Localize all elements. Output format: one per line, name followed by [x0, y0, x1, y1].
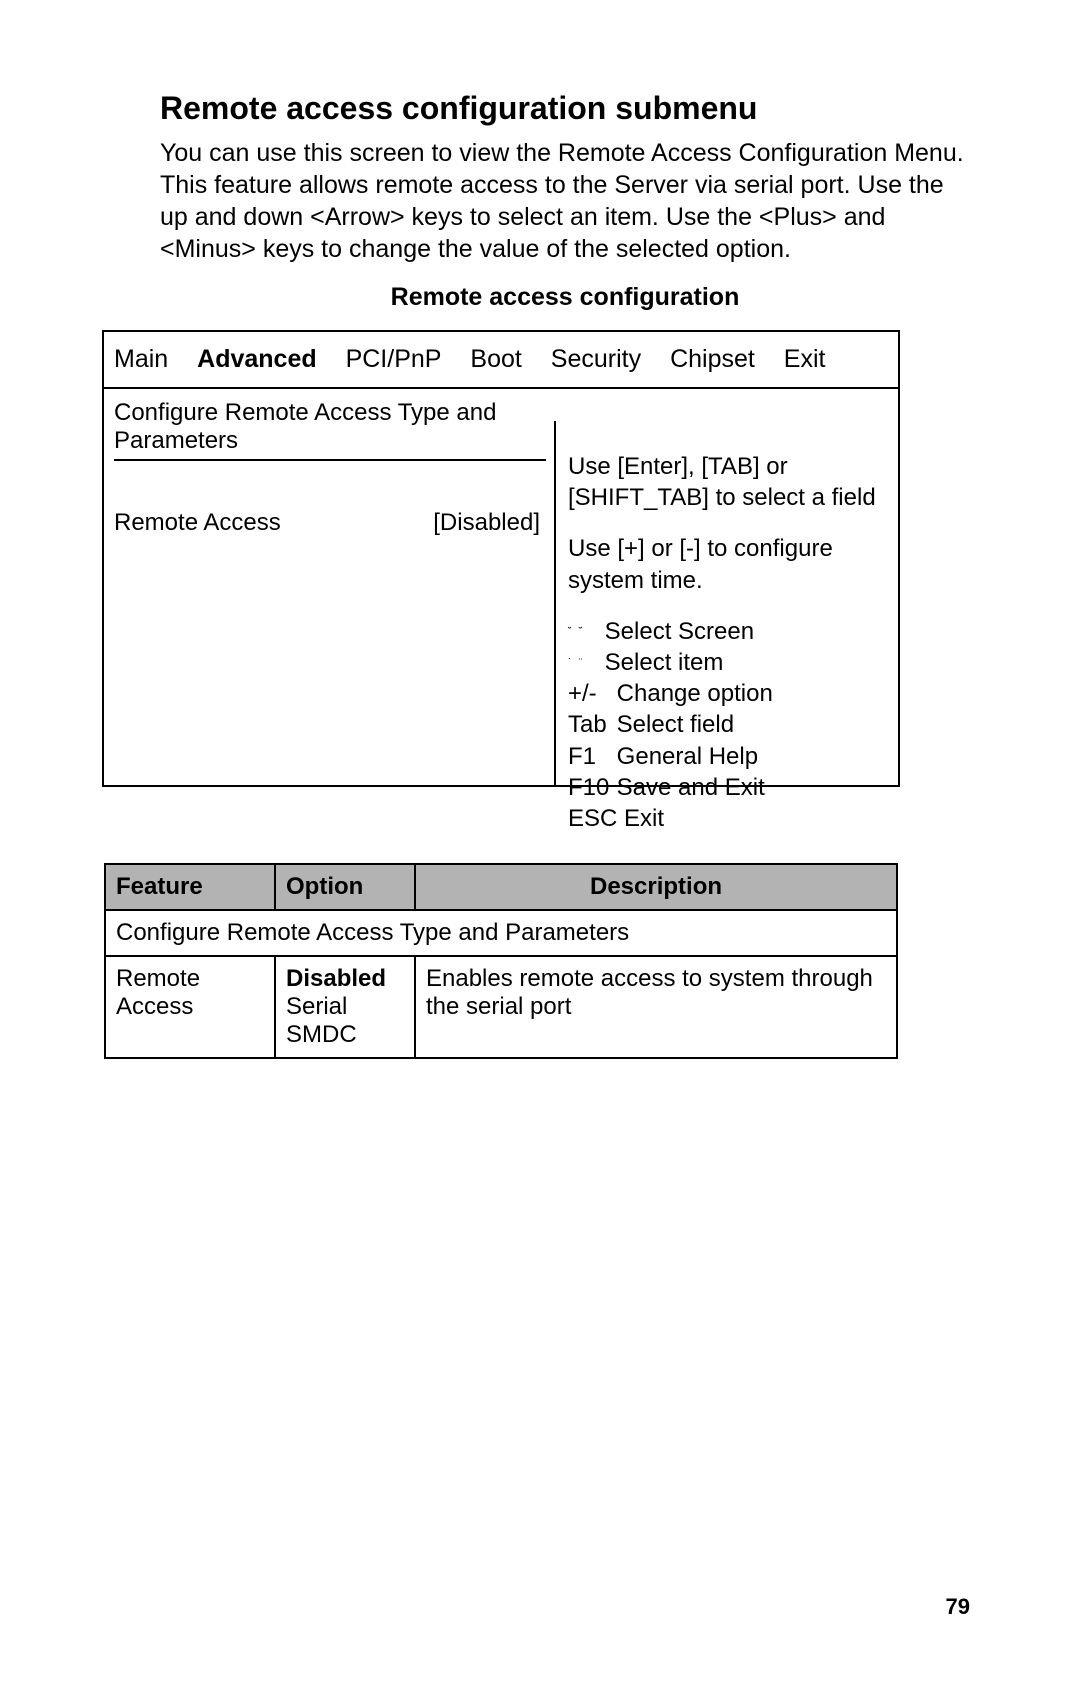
- setting-label: Remote Access: [114, 509, 281, 537]
- th-feature: Feature: [105, 864, 275, 910]
- setting-value: [Disabled]: [433, 509, 540, 537]
- legend-select-screen-text: Select Screen: [605, 618, 754, 645]
- legend-esc: ESC Exit: [568, 803, 886, 834]
- legend-f1-text: General Help: [617, 743, 758, 770]
- th-description: Description: [415, 864, 897, 910]
- cell-feature: Remote Access: [105, 956, 275, 1058]
- arrow-ud-icon: ˙ ¨: [568, 656, 598, 670]
- table-header-row: Feature Option Description: [105, 864, 897, 910]
- legend-f1-key: F1: [568, 741, 610, 772]
- document-page: Remote access configuration submenu You …: [0, 0, 1080, 1690]
- bios-left-title: Configure Remote Access Type and Paramet…: [114, 399, 546, 461]
- page-number: 79: [946, 1594, 970, 1620]
- table-row-span: Configure Remote Access Type and Paramet…: [105, 910, 897, 956]
- option-smdc: SMDC: [286, 1021, 357, 1048]
- tab-advanced[interactable]: Advanced: [197, 345, 316, 374]
- legend-f10-text: Save and Exit: [617, 774, 765, 801]
- bios-screen: Main Advanced PCI/PnP Boot Security Chip…: [102, 330, 900, 787]
- intro-paragraph: You can use this screen to view the Remo…: [160, 137, 970, 265]
- cell-option: Disabled Serial SMDC: [275, 956, 415, 1058]
- th-option: Option: [275, 864, 415, 910]
- bios-help-pane: Use [Enter], [TAB] or [SHIFT_TAB] to sel…: [554, 421, 898, 785]
- legend-tab: Tab Select field: [568, 709, 886, 740]
- legend-f10-key: F10: [568, 772, 610, 803]
- table-row: Remote Access Disabled Serial SMDC Enabl…: [105, 956, 897, 1058]
- legend-select-screen: ˘ ˘ Select Screen: [568, 616, 886, 647]
- tab-exit[interactable]: Exit: [784, 345, 826, 374]
- legend-f1: F1 General Help: [568, 741, 886, 772]
- bios-left-pane: Configure Remote Access Type and Paramet…: [104, 389, 554, 785]
- bios-tab-bar: Main Advanced PCI/PnP Boot Security Chip…: [104, 332, 898, 389]
- tab-security[interactable]: Security: [551, 345, 641, 374]
- feature-table: Feature Option Description Configure Rem…: [104, 863, 898, 1059]
- tab-chipset[interactable]: Chipset: [670, 345, 755, 374]
- section-title: Remote access configuration submenu: [160, 90, 970, 127]
- option-serial: Serial: [286, 993, 347, 1020]
- legend-tab-key: Tab: [568, 709, 610, 740]
- span-cell: Configure Remote Access Type and Paramet…: [105, 910, 897, 956]
- legend-select-item-text: Select item: [605, 649, 724, 676]
- bios-legend: ˘ ˘ Select Screen ˙ ¨ Select item +/- Ch…: [568, 616, 886, 834]
- legend-change: +/- Change option: [568, 678, 886, 709]
- tab-main[interactable]: Main: [114, 345, 168, 374]
- legend-select-item: ˙ ¨ Select item: [568, 647, 886, 678]
- legend-change-key: +/-: [568, 678, 610, 709]
- bios-body: Configure Remote Access Type and Paramet…: [104, 389, 898, 785]
- legend-change-text: Change option: [617, 680, 773, 707]
- help-text-2: Use [+] or [-] to configure system time.: [568, 533, 886, 595]
- subheading-wrap: Remote access configuration: [160, 283, 970, 312]
- help-text-1: Use [Enter], [TAB] or [SHIFT_TAB] to sel…: [568, 451, 886, 513]
- tab-boot[interactable]: Boot: [470, 345, 521, 374]
- cell-description: Enables remote access to system through …: [415, 956, 897, 1058]
- option-disabled: Disabled: [286, 965, 386, 992]
- legend-tab-text: Select field: [617, 711, 734, 738]
- bios-setting-row[interactable]: Remote Access [Disabled]: [114, 509, 546, 537]
- legend-f10: F10 Save and Exit: [568, 772, 886, 803]
- arrow-lr-icon: ˘ ˘: [568, 625, 598, 639]
- subheading: Remote access configuration: [391, 283, 740, 311]
- tab-pcipnp[interactable]: PCI/PnP: [346, 345, 442, 374]
